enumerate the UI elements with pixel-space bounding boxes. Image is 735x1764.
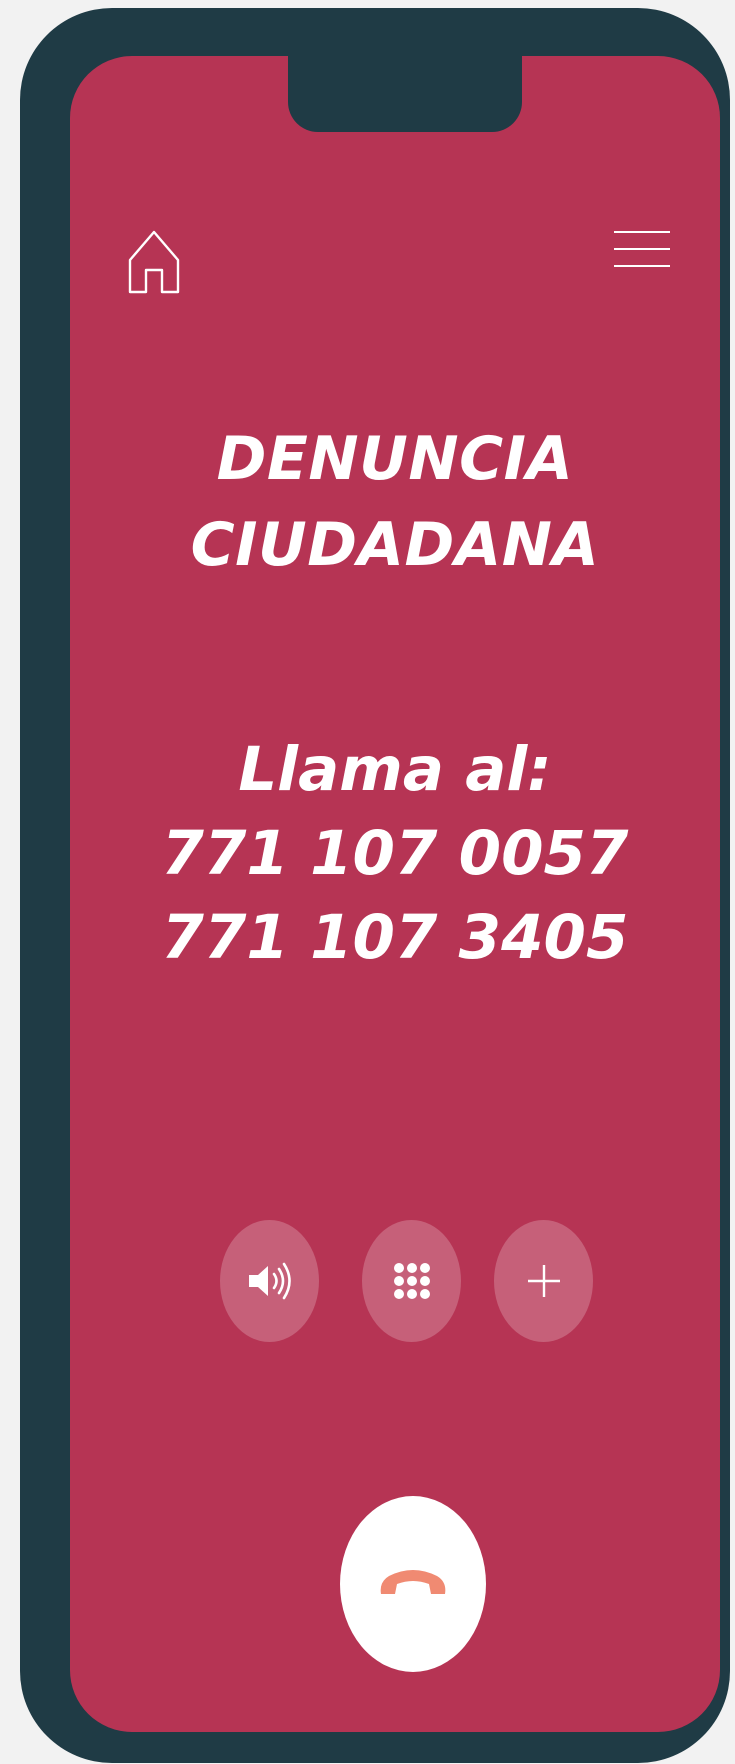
phone-number[interactable]: 771 107 0057 <box>70 812 720 896</box>
home-icon[interactable] <box>126 226 182 296</box>
title-line: DENUNCIA <box>216 424 574 494</box>
phone-notch <box>288 56 522 132</box>
plus-icon <box>527 1265 560 1297</box>
phone-frame: DENUNCIA CIUDADANA Llama al: 771 107 005… <box>20 8 730 1763</box>
speaker-button[interactable] <box>220 1220 319 1342</box>
call-screen: DENUNCIA CIUDADANA Llama al: 771 107 005… <box>70 56 720 1732</box>
hamburger-menu-icon[interactable] <box>612 226 672 272</box>
add-call-button[interactable] <box>494 1220 593 1342</box>
keypad-icon <box>393 1263 430 1299</box>
page-title: DENUNCIA CIUDADANA <box>70 416 720 588</box>
title-line: CIUDADANA <box>190 510 600 580</box>
end-call-button[interactable] <box>340 1496 486 1672</box>
call-label: Llama al: <box>238 734 552 805</box>
keypad-button[interactable] <box>362 1220 461 1342</box>
phone-number[interactable]: 771 107 3405 <box>70 896 720 980</box>
call-info: Llama al: 771 107 0057 771 107 3405 <box>70 728 720 980</box>
phone-hangup-icon <box>380 1570 446 1594</box>
speaker-icon <box>248 1262 291 1300</box>
